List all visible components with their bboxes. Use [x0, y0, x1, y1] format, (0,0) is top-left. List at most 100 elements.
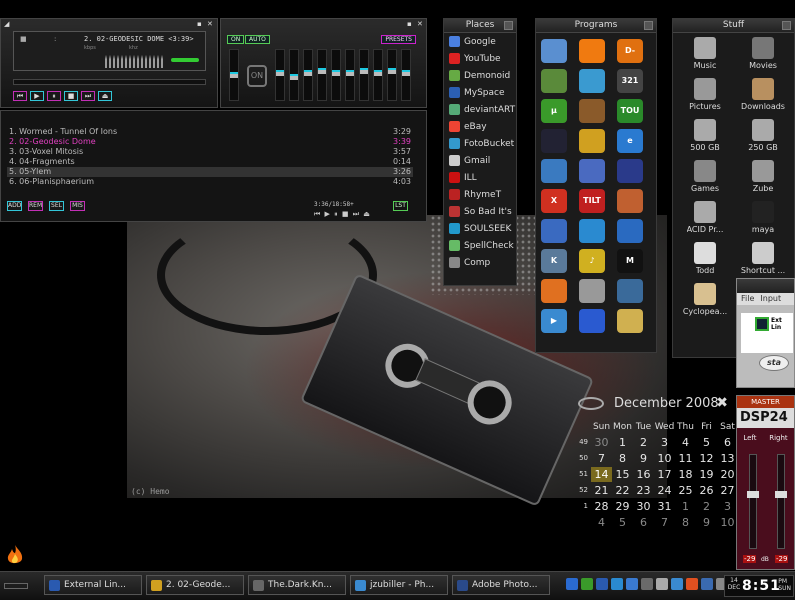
tray-app-icon[interactable]	[581, 578, 593, 590]
taskbar-task-button[interactable]: jzubiller - Ph...	[350, 575, 448, 595]
place-item[interactable]: FotoBucket	[444, 135, 516, 152]
calendar-day[interactable]: 20	[717, 467, 738, 482]
tou-icon[interactable]: TOU	[617, 99, 643, 123]
menu-input[interactable]: Input	[760, 293, 781, 305]
next-button[interactable]: ⏭	[81, 91, 95, 101]
playlist-add-button[interactable]: ADD	[7, 201, 22, 211]
calendar-day[interactable]: 6	[717, 435, 738, 450]
calendar-day[interactable]: 10	[717, 515, 738, 530]
calendar-321-icon[interactable]: 321	[617, 69, 643, 93]
stuff-item[interactable]: Downloads	[734, 78, 792, 115]
start-button[interactable]	[4, 583, 28, 589]
place-item[interactable]: Comp	[444, 254, 516, 271]
stuff-item[interactable]: Shortcut ...	[734, 242, 792, 279]
playlist-sel-button[interactable]: SEL	[49, 201, 64, 211]
calendar-day[interactable]: 17	[654, 467, 675, 482]
place-item[interactable]: YouTube	[444, 50, 516, 67]
stuff-item[interactable]: Zube	[734, 160, 792, 197]
taskbar-task-button[interactable]: External Lin...	[44, 575, 142, 595]
dlink-icon[interactable]: D-LINK	[617, 39, 643, 79]
place-item[interactable]: SOULSEEK	[444, 220, 516, 237]
calendar-day[interactable]: 25	[675, 483, 696, 498]
preamp-slider[interactable]	[229, 49, 239, 101]
stuff-item[interactable]: 250 GB	[734, 119, 792, 156]
calendar-day[interactable]: 10	[654, 451, 675, 466]
playlist-row[interactable]: 3. 03-Voxel Mitosis 3:57	[7, 147, 413, 157]
tray-app-icon[interactable]	[611, 578, 623, 590]
place-item[interactable]: Google	[444, 33, 516, 50]
calendar-close-icon[interactable]: ✖	[716, 395, 728, 411]
tray-app-icon[interactable]	[596, 578, 608, 590]
eq-band-knob[interactable]	[290, 74, 298, 80]
eq-band-knob[interactable]	[332, 70, 340, 76]
external-link-titlebar[interactable]	[737, 279, 794, 293]
tray-app-icon[interactable]	[626, 578, 638, 590]
tray-app-icon[interactable]	[671, 578, 683, 590]
calendar-day[interactable]: 7	[654, 515, 675, 530]
eq-band-slider[interactable]	[303, 49, 313, 101]
stuff-item[interactable]: Todd	[676, 242, 734, 279]
eq-band-slider[interactable]	[289, 49, 299, 101]
calendar-day[interactable]: 26	[696, 483, 717, 498]
calendar-day[interactable]: 12	[696, 451, 717, 466]
place-item[interactable]: MySpace	[444, 84, 516, 101]
calendar-day[interactable]: 24	[654, 483, 675, 498]
calendar-day[interactable]: 15	[612, 467, 633, 482]
place-item[interactable]: SpellCheck	[444, 237, 516, 254]
playlist-row[interactable]: 2. 02-Geodesic Dome 3:39	[7, 137, 413, 147]
stuff-item[interactable]: maya	[734, 201, 792, 238]
eq-band-knob[interactable]	[360, 68, 368, 74]
calendar-day[interactable]: 16	[633, 467, 654, 482]
right-fader[interactable]	[775, 454, 787, 549]
eq-minimize-icon[interactable]: ▪	[407, 20, 412, 28]
eq-band-knob[interactable]	[318, 68, 326, 74]
calendar-day[interactable]: 29	[612, 499, 633, 514]
calendar-day[interactable]: 27	[717, 483, 738, 498]
calendar-day[interactable]: 22	[612, 483, 633, 498]
calendar-day[interactable]: 31	[654, 499, 675, 514]
circuit-icon[interactable]	[617, 159, 643, 183]
calendar-day[interactable]: 3	[717, 499, 738, 514]
minimize-icon[interactable]: ▪	[197, 20, 204, 28]
play-icon[interactable]: ▶	[541, 309, 567, 333]
eq-band-slider[interactable]	[387, 49, 397, 101]
calendar-day[interactable]: 14	[591, 467, 612, 482]
stop-button[interactable]: ■	[64, 91, 78, 101]
calendar-day[interactable]: 5	[696, 435, 717, 450]
stuff-item[interactable]: 500 GB	[676, 119, 734, 156]
eject-button[interactable]: ⏏	[98, 91, 112, 101]
eq-band-knob[interactable]	[374, 70, 382, 76]
utorrent-icon[interactable]: µ	[541, 99, 567, 123]
eq-auto-toggle[interactable]: AUTO	[245, 35, 270, 44]
stuff-item[interactable]: ACID Pr...	[676, 201, 734, 238]
place-item[interactable]: So Bad It's	[444, 203, 516, 220]
playlist-rem-button[interactable]: REM	[28, 201, 43, 211]
eq-band-knob[interactable]	[402, 70, 410, 76]
calendar-day[interactable]: 7	[591, 451, 612, 466]
playlist-row[interactable]: 5. 05-Ylem 3:26	[7, 167, 413, 177]
programs-close-icon[interactable]	[644, 21, 653, 30]
terminal-icon[interactable]	[541, 69, 567, 93]
calendar-day[interactable]: 30	[633, 499, 654, 514]
calendar-day[interactable]: 28	[591, 499, 612, 514]
place-item[interactable]: Gmail	[444, 152, 516, 169]
calendar-day[interactable]: 30	[591, 435, 612, 450]
calendar-day[interactable]: 1	[675, 499, 696, 514]
eq-band-knob[interactable]	[276, 70, 284, 76]
stuff-item[interactable]: Games	[676, 160, 734, 197]
winamp-icon[interactable]	[579, 129, 605, 153]
calendar-day[interactable]: 9	[633, 451, 654, 466]
calendar-day[interactable]: 3	[654, 435, 675, 450]
eq-band-slider[interactable]	[359, 49, 369, 101]
pause-button[interactable]: ⏸	[47, 91, 61, 101]
stuff-item[interactable]: Movies	[734, 37, 792, 74]
firefox-flame-icon[interactable]	[579, 39, 605, 63]
playlist-window[interactable]: 1. Wormed - Tunnel Of Ions 3:29 2. 02-Geod…	[0, 110, 427, 222]
eq-band-knob[interactable]	[346, 70, 354, 76]
full-tilt-icon[interactable]: TILT	[579, 189, 605, 213]
move-icon[interactable]	[617, 219, 643, 243]
player-titlebar[interactable]: ◢ ▪ ✕	[1, 19, 217, 29]
taskbar-task-button[interactable]: 2. 02-Geode...	[146, 575, 244, 595]
calendar-day[interactable]: 18	[675, 467, 696, 482]
external-link-window[interactable]: File Input Ext Lin sta	[736, 278, 795, 388]
